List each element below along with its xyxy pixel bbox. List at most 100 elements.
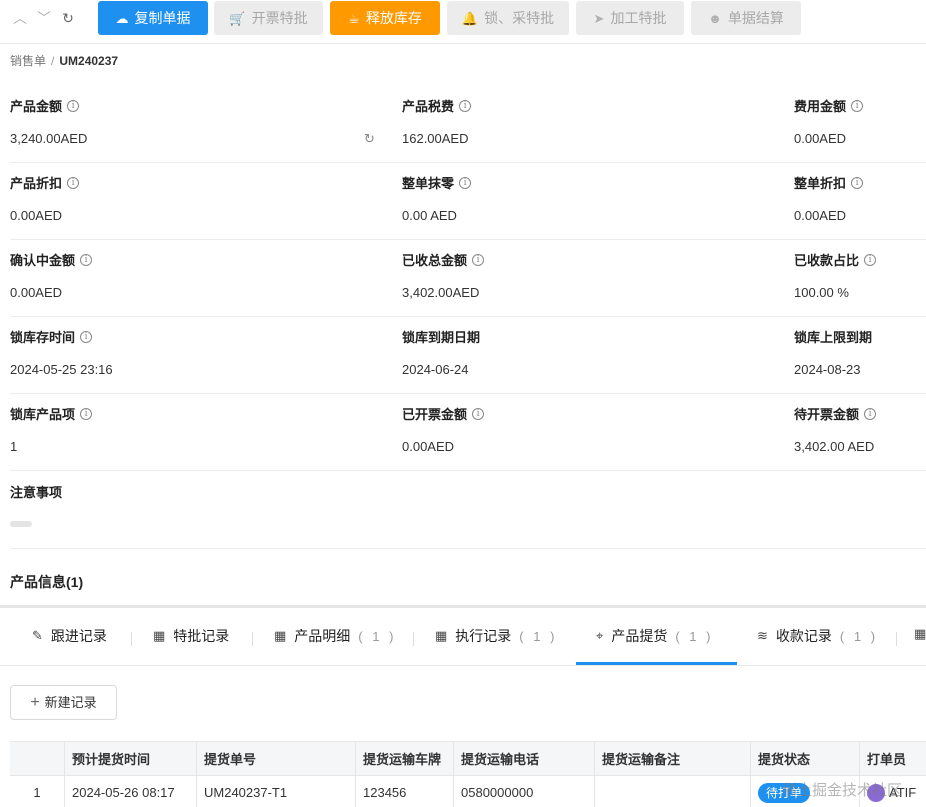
watermark: 稀土掘金技术社区 <box>782 781 903 799</box>
info-icon[interactable]: i <box>472 253 485 266</box>
invoice-approval-button[interactable]: 🛒 开票特批 <box>214 1 323 35</box>
lock-items-value: 1 <box>10 439 18 454</box>
info-icon[interactable]: i <box>67 176 80 189</box>
product-tax-label: 产品税费 i <box>402 96 472 115</box>
tab-payment[interactable]: ≋ 收款记录 ( 1 ) <box>757 626 878 646</box>
new-record-label: 新建记录 <box>44 695 97 710</box>
breadcrumb-separator: / <box>51 54 55 68</box>
product-amount-label: 产品金额 i <box>10 96 80 115</box>
release-stock-label: 释放库存 <box>365 10 422 26</box>
info-icon[interactable]: i <box>80 407 93 420</box>
tab-product-pickup[interactable]: ⌖ 产品提货 ( 1 ) <box>596 626 713 646</box>
received-ratio-label: 已收款占比 i <box>794 250 877 269</box>
pickup-order-cell: UM240237-T1 <box>197 776 356 807</box>
tab-count: ( 1 ) <box>358 628 397 644</box>
info-icon[interactable]: i <box>851 99 864 112</box>
invoiced-amount-value: 0.00AED <box>402 439 455 454</box>
phone-cell: 0580000000 <box>454 776 595 807</box>
notes-placeholder <box>10 521 32 527</box>
tab-approval[interactable]: ▦ 特批记录 <box>153 626 229 646</box>
info-icon[interactable]: i <box>80 253 93 266</box>
tab-more[interactable]: ▦ <box>914 626 926 642</box>
column-header[interactable]: 提货状态 <box>751 742 860 775</box>
order-discount-label: 整单折扣 i <box>794 173 864 192</box>
product-amount-value: 3,240.00AED <box>10 131 88 146</box>
bell-icon: 🔔 <box>461 11 479 26</box>
fee-amount-label: 费用金额 i <box>794 96 864 115</box>
smile-icon: ☻ <box>708 11 722 26</box>
column-header[interactable]: 提货运输车牌 <box>356 742 454 775</box>
invoice-approval-label: 开票特批 <box>251 10 308 26</box>
copy-order-button[interactable]: ☁ 复制单据 <box>98 1 208 35</box>
info-icon[interactable]: i <box>864 253 877 266</box>
row-divider <box>10 548 926 549</box>
refresh-icon[interactable]: ↻ <box>364 131 375 147</box>
fee-amount-label-text: 费用金额 <box>794 99 847 114</box>
pending-invoice-value: 3,402.00 AED <box>794 439 875 454</box>
table-header-row: 预计提货时间 提货单号 提货运输车牌 提货运输电话 提货运输备注 提货状态 打单… <box>10 741 926 776</box>
row-divider <box>10 316 926 317</box>
tab-count: ( 1 ) <box>675 628 714 644</box>
chevron-up-icon[interactable]: ︿ <box>10 8 30 28</box>
row-divider <box>10 393 926 394</box>
received-total-label: 已收总金额 i <box>402 250 485 269</box>
cup-icon: ☕ <box>348 11 360 26</box>
pickup-icon: ⌖ <box>596 628 604 643</box>
column-header[interactable]: 提货运输电话 <box>454 742 595 775</box>
tab-count: ( 1 ) <box>839 628 879 644</box>
grid-icon: ▦ <box>153 628 166 643</box>
breadcrumb-parent[interactable]: 销售单 <box>10 54 46 68</box>
column-header[interactable]: 打单员 <box>860 742 926 775</box>
received-total-value: 3,402.00AED <box>402 285 480 300</box>
row-index: 1 <box>10 776 65 807</box>
received-ratio-value: 100.00 % <box>794 285 849 300</box>
grid-icon: ▦ <box>435 628 448 643</box>
tab-product-detail[interactable]: ▦ 产品明细 ( 1 ) <box>274 626 396 646</box>
info-icon[interactable]: i <box>851 176 864 189</box>
info-icon[interactable]: i <box>472 407 485 420</box>
tab-separator <box>131 632 132 646</box>
tab-count: ( 1 ) <box>519 628 558 644</box>
chevron-down-icon[interactable]: ﹀ <box>34 8 54 28</box>
product-discount-label: 产品折扣 i <box>10 173 80 192</box>
process-approval-button[interactable]: ➤ 加工特批 <box>576 1 684 35</box>
pending-invoice-label: 待开票金额 i <box>794 404 877 423</box>
lock-purchase-approval-button[interactable]: 🔔 锁、采特批 <box>447 1 569 35</box>
column-header[interactable]: 提货运输备注 <box>595 742 751 775</box>
tab-separator <box>413 632 414 646</box>
tab-execution[interactable]: ▦ 执行记录 ( 1 ) <box>435 626 557 646</box>
lock-limit-value: 2024-08-23 <box>794 362 861 377</box>
column-header[interactable]: 预计提货时间 <box>65 742 197 775</box>
lock-limit-label: 锁库上限到期 <box>794 327 872 346</box>
edit-icon: ✎ <box>32 628 43 643</box>
settle-order-button[interactable]: ☻ 单据结算 <box>691 1 801 35</box>
lock-time-label-text: 锁库存时间 <box>10 330 76 345</box>
index-header <box>10 742 65 775</box>
received-ratio-label-text: 已收款占比 <box>794 253 860 268</box>
order-rounding-label: 整单抹零 i <box>402 173 472 192</box>
info-icon[interactable]: i <box>864 407 877 420</box>
new-record-button[interactable]: + 新建记录 <box>10 685 117 720</box>
tab-bar: ✎ 跟进记录 ▦ 特批记录 ▦ 产品明细 ( 1 ) ▦ 执行记录 ( 1 ) ⌖ 产品提货 (… <box>0 608 926 666</box>
tab-follow-up[interactable]: ✎ 跟进记录 <box>32 626 107 646</box>
info-icon[interactable]: i <box>459 99 472 112</box>
lock-items-label-text: 锁库产品项 <box>10 407 76 422</box>
toolbar: ︿ ﹀ ↻ ☁ 复制单据 🛒 开票特批 ☕ 释放库存 🔔 锁、采特批 ➤ 加工特批 ☻ 单据… <box>0 0 926 44</box>
release-stock-button[interactable]: ☕ 释放库存 <box>330 1 440 35</box>
refresh-icon[interactable]: ↻ <box>58 8 78 28</box>
column-header[interactable]: 提货单号 <box>197 742 356 775</box>
confirming-amount-label-text: 确认中金额 <box>10 253 76 268</box>
order-discount-value: 0.00AED <box>794 208 847 223</box>
product-discount-value: 0.00AED <box>10 208 63 223</box>
cart-icon: 🛒 <box>229 11 246 26</box>
confirming-amount-value: 0.00AED <box>10 285 63 300</box>
info-icon[interactable]: i <box>80 330 93 343</box>
settle-order-label: 单据结算 <box>727 10 784 26</box>
info-icon[interactable]: i <box>459 176 472 189</box>
info-icon[interactable]: i <box>67 99 80 112</box>
notes-label: 注意事项 <box>10 482 62 501</box>
lock-items-label: 锁库产品项 i <box>10 404 93 423</box>
lock-expiry-label-text: 锁库到期日期 <box>402 330 481 345</box>
confirming-amount-label: 确认中金额 i <box>10 250 93 269</box>
copy-order-label: 复制单据 <box>134 10 191 26</box>
